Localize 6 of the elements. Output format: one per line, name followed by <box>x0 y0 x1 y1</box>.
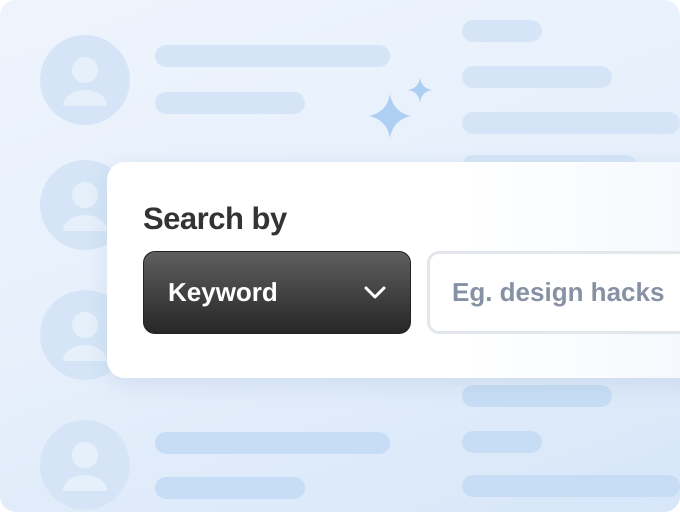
sparkle-icon <box>369 77 432 138</box>
chevron-down-icon <box>364 286 386 300</box>
avatar-icon <box>40 35 130 125</box>
keyword-dropdown[interactable]: Keyword <box>143 251 411 334</box>
search-field[interactable]: Eg. design hacks <box>427 251 680 334</box>
search-heading: Search by <box>143 200 288 238</box>
